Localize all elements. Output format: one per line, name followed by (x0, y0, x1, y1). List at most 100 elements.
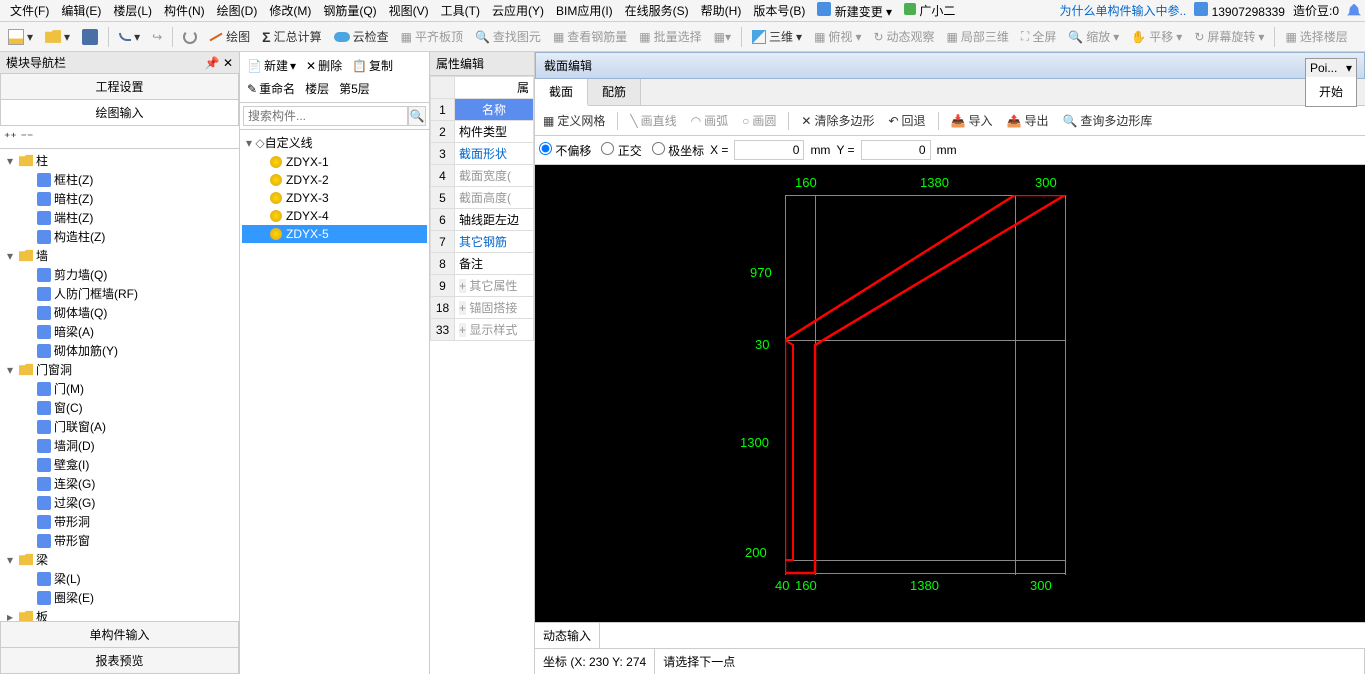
expand-icon[interactable]: + (459, 301, 466, 315)
summary-button[interactable]: Σ 汇总计算 (258, 26, 325, 47)
tab-single-input[interactable]: 单构件输入 (0, 622, 239, 648)
menu-component[interactable]: 构件(N) (158, 0, 211, 21)
prop-row[interactable]: 5截面高度( (431, 187, 534, 209)
view-rebar-button[interactable]: ▦ 查看钢筋量 (549, 26, 631, 47)
tree-item[interactable]: 壁龛(I) (2, 455, 237, 474)
tree-item[interactable]: 砌体加筋(Y) (2, 341, 237, 360)
canvas[interactable]: 160 1380 300 970 30 1300 200 40 160 1380… (535, 165, 1365, 622)
tree-item[interactable]: 门联窗(A) (2, 417, 237, 436)
prop-row[interactable]: 3截面形状 (431, 143, 534, 165)
rotate-button[interactable]: ↻ 屏幕旋转▾ (1190, 26, 1268, 47)
close-icon[interactable]: ✕ (223, 56, 233, 70)
expand-icon[interactable]: + (459, 279, 466, 293)
y-input[interactable] (861, 140, 931, 160)
batch-select-button[interactable]: ▦ 批量选择 (635, 26, 705, 47)
menu-tools[interactable]: 工具(T) (435, 0, 486, 21)
expand-all-icon[interactable]: ⁺⁺ (4, 130, 17, 144)
search-input[interactable] (243, 106, 408, 126)
view3d-button[interactable]: 三维▾ (748, 26, 806, 47)
tree-item[interactable]: 门(M) (2, 379, 237, 398)
tree-item[interactable]: 带形窗 (2, 531, 237, 550)
insert-button[interactable]: ▦▾ (710, 28, 735, 46)
comp-item[interactable]: ZDYX-4 (242, 207, 427, 225)
tree-item[interactable]: 过梁(G) (2, 493, 237, 512)
prop-row[interactable]: 8备注 (431, 253, 534, 275)
menu-bim[interactable]: BIM应用(I) (550, 0, 619, 21)
new-file-button[interactable]: ▾ (4, 27, 37, 47)
expand-icon[interactable]: + (459, 323, 466, 337)
menu-version[interactable]: 版本号(B) (747, 0, 811, 21)
tree-item[interactable]: 窗(C) (2, 398, 237, 417)
replay-button[interactable] (179, 28, 201, 46)
prop-row[interactable]: 6轴线距左边 (431, 209, 534, 231)
new-component-button[interactable]: 📄新建▾ (243, 55, 300, 76)
open-file-button[interactable]: ▾ (41, 27, 74, 47)
tree-node-opening[interactable]: ▾门窗洞 (2, 360, 237, 379)
pan-button[interactable]: ✋ 平移▾ (1127, 26, 1186, 47)
copy-button[interactable]: 📋复制 (348, 55, 397, 76)
radio-polar[interactable]: 极坐标 (652, 142, 704, 159)
pin-icon[interactable]: 📌 (205, 56, 220, 70)
menu-edit[interactable]: 编辑(E) (55, 0, 107, 21)
import-button[interactable]: 📥 导入 (947, 110, 997, 131)
floating-panel[interactable]: Poi...▾ 开始 (1305, 58, 1357, 107)
tree-node-slab[interactable]: ▸板 (2, 607, 237, 621)
tree-item[interactable]: 连梁(G) (2, 474, 237, 493)
overlook-button[interactable]: ▦ 俯视▾ (810, 26, 865, 47)
undo-button[interactable]: ↶ 回退 (884, 110, 929, 131)
tab-rebar[interactable]: 配筋 (588, 79, 641, 105)
tree-item[interactable]: 构造柱(Z) (2, 227, 237, 246)
bell-icon[interactable] (1347, 4, 1361, 18)
comp-item[interactable]: ZDYX-3 (242, 189, 427, 207)
delete-button[interactable]: ✕ 删除 (302, 55, 346, 76)
local3d-button[interactable]: ▦ 局部三维 (943, 26, 1013, 47)
float-header[interactable]: Poi...▾ (1306, 59, 1356, 77)
new-change-button[interactable]: 新建变更 ▾ (811, 0, 898, 22)
find-element-button[interactable]: 🔍 查找图元 (471, 26, 545, 47)
clear-polygon-button[interactable]: ✕ 清除多边形 (797, 110, 878, 131)
tree-item[interactable]: 人防门框墙(RF) (2, 284, 237, 303)
tree-item[interactable]: 梁(L) (2, 569, 237, 588)
prop-row[interactable]: 9+ 其它属性 (431, 275, 534, 297)
draw-arc-button[interactable]: ◠ 画弧 (687, 110, 733, 131)
comp-item-selected[interactable]: ZDYX-5 (242, 225, 427, 243)
tree-node-column[interactable]: ▾柱 (2, 151, 237, 170)
menu-floor[interactable]: 楼层(L) (107, 0, 158, 21)
tree-item[interactable]: 暗柱(Z) (2, 189, 237, 208)
prop-row[interactable]: 2构件类型 (431, 121, 534, 143)
tab-draw-input[interactable]: 绘图输入 (0, 100, 239, 126)
redo-button[interactable]: ↪ (148, 28, 166, 46)
export-button[interactable]: 📤 导出 (1003, 110, 1053, 131)
tree-item[interactable]: 圈梁(E) (2, 588, 237, 607)
prop-row[interactable]: 4截面宽度( (431, 165, 534, 187)
query-library-button[interactable]: 🔍 查询多边形库 (1058, 110, 1156, 131)
user-dropdown[interactable]: 广小二 (898, 0, 961, 21)
search-button[interactable]: 🔍 (408, 106, 426, 126)
zoom-button[interactable]: 🔍 缩放▾ (1064, 26, 1123, 47)
float-menu-icon[interactable]: ▾ (1346, 61, 1352, 75)
menu-cloud[interactable]: 云应用(Y) (486, 0, 550, 21)
define-grid-button[interactable]: ▦ 定义网格 (539, 110, 609, 131)
tree-item[interactable]: 端柱(Z) (2, 208, 237, 227)
draw-circle-button[interactable]: ○ 画圆 (738, 110, 780, 131)
radio-ortho[interactable]: 正交 (601, 142, 641, 159)
prop-row[interactable]: 33+ 显示样式 (431, 319, 534, 341)
menu-online[interactable]: 在线服务(S) (619, 0, 695, 21)
menu-rebar[interactable]: 钢筋量(Q) (317, 0, 382, 21)
help-link[interactable]: 为什么单构件输入中参.. (1060, 2, 1187, 19)
floor-button[interactable]: 楼层 (301, 78, 333, 99)
dynamic-input-label[interactable]: 动态输入 (535, 623, 600, 648)
tree-node-beam[interactable]: ▾梁 (2, 550, 237, 569)
collapse-all-icon[interactable]: ⁻⁻ (21, 130, 34, 144)
tab-report-preview[interactable]: 报表预览 (0, 648, 239, 674)
tab-section[interactable]: 截面 (535, 79, 588, 106)
tree-item[interactable]: 砌体墙(Q) (2, 303, 237, 322)
tab-project-settings[interactable]: 工程设置 (0, 74, 239, 100)
rename-button[interactable]: ✎ 重命名 (243, 78, 299, 99)
draw-button[interactable]: 绘图 (205, 26, 254, 47)
tree-item[interactable]: 剪力墙(Q) (2, 265, 237, 284)
cloud-check-button[interactable]: 云检查 (330, 26, 393, 47)
tree-item[interactable]: 暗梁(A) (2, 322, 237, 341)
dynamic-view-button[interactable]: ↻ 动态观察 (869, 26, 938, 47)
menu-modify[interactable]: 修改(M) (263, 0, 317, 21)
